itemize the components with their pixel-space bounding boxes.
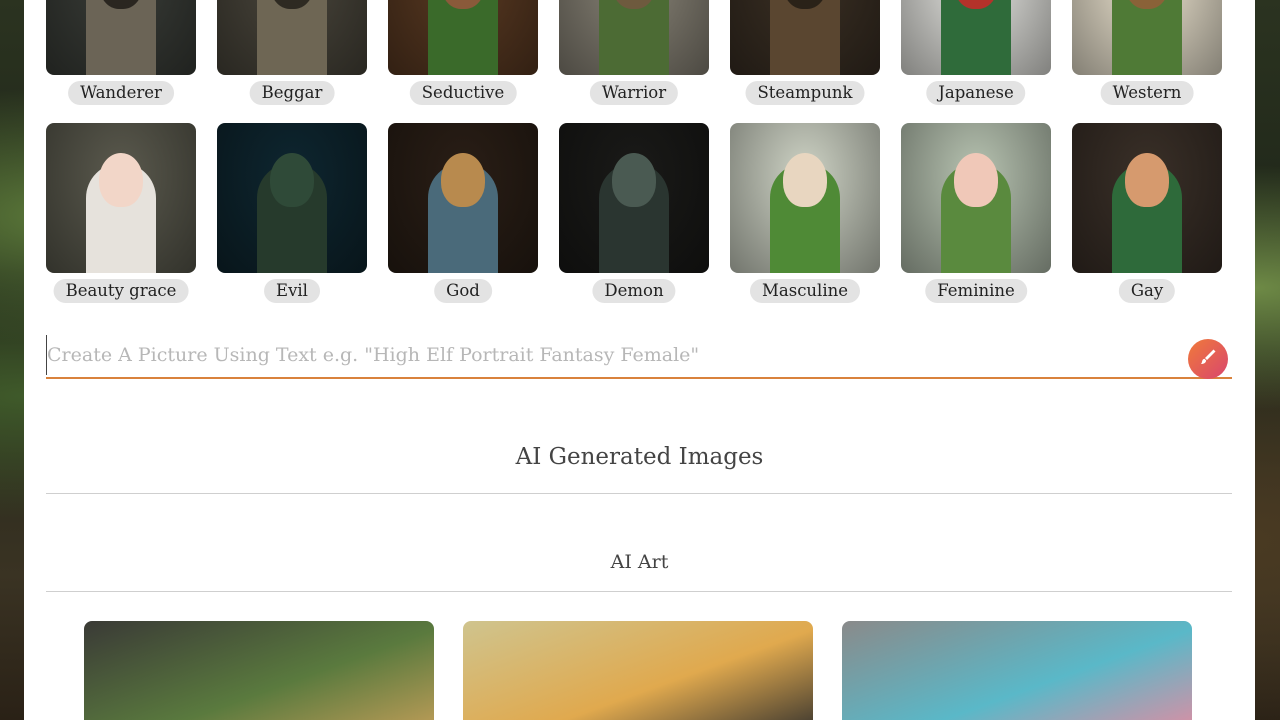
art-card-elf-hat[interactable] [84,621,434,720]
style-grid-row-1: Wanderer Beggar Seductive Warrior Steampunk J… [46,0,1224,107]
style-thumbnail[interactable] [730,123,880,273]
style-tile[interactable]: Demon [559,123,709,305]
style-label[interactable]: Japanese [926,81,1026,105]
style-label[interactable]: God [434,279,492,303]
style-thumbnail[interactable] [1072,0,1222,75]
figure-body [941,0,1011,75]
art-card-cowboy-hat[interactable] [463,621,813,720]
paintbrush-icon [1198,347,1218,371]
art-card-watercolor-sky[interactable] [842,621,1192,720]
divider [46,493,1232,494]
style-thumbnail[interactable] [901,0,1051,75]
figure-body [86,0,156,75]
style-label[interactable]: Beggar [249,81,335,105]
figure-body [428,0,498,75]
ai-art-heading: AI Art [610,551,669,573]
style-tile[interactable]: Seductive [388,0,538,107]
style-label[interactable]: Feminine [925,279,1027,303]
figure-body [599,0,669,75]
style-label[interactable]: Seductive [409,81,517,105]
style-thumbnail[interactable] [388,123,538,273]
style-thumbnail[interactable] [46,0,196,75]
figure-head [612,153,656,207]
figure-head [783,153,827,207]
style-thumbnail[interactable] [559,123,709,273]
main-panel: Wanderer Beggar Seductive Warrior Steampunk J… [24,0,1255,720]
figure-body [257,0,327,75]
style-label[interactable]: Gay [1118,279,1176,303]
style-tile[interactable]: Gay [1072,123,1222,305]
divider [46,591,1232,592]
style-label[interactable]: Western [1100,81,1194,105]
style-thumbnail[interactable] [388,0,538,75]
style-label[interactable]: Steampunk [745,81,865,105]
style-tile[interactable]: Beauty grace [46,123,196,305]
generate-button[interactable] [1188,339,1228,379]
figure-head [954,153,998,207]
figure-head [441,153,485,207]
style-label[interactable]: Warrior [589,81,679,105]
style-thumbnail[interactable] [217,0,367,75]
style-grid-row-2: Beauty grace Evil God Demon Masculine Feminin… [46,123,1224,305]
style-label[interactable]: Masculine [749,279,861,303]
style-tile[interactable]: Evil [217,123,367,305]
prompt-input[interactable] [46,335,1177,375]
style-tile[interactable]: Steampunk [730,0,880,107]
style-label[interactable]: Evil [264,279,320,303]
style-tile[interactable]: Masculine [730,123,880,305]
figure-head [99,153,143,207]
style-label[interactable]: Beauty grace [53,279,189,303]
style-tile[interactable]: Japanese [901,0,1051,107]
style-tile[interactable]: Feminine [901,123,1051,305]
style-thumbnail[interactable] [730,0,880,75]
style-thumbnail[interactable] [559,0,709,75]
style-thumbnail[interactable] [217,123,367,273]
ai-generated-images-heading: AI Generated Images [515,444,764,470]
style-thumbnail[interactable] [1072,123,1222,273]
style-thumbnail[interactable] [901,123,1051,273]
prompt-bar [46,335,1232,379]
style-label[interactable]: Wanderer [68,81,174,105]
figure-body [770,0,840,75]
style-tile[interactable]: Wanderer [46,0,196,107]
style-tile[interactable]: God [388,123,538,305]
figure-head [1125,153,1169,207]
style-label[interactable]: Demon [592,279,676,303]
figure-body [1112,0,1182,75]
style-tile[interactable]: Beggar [217,0,367,107]
style-tile[interactable]: Warrior [559,0,709,107]
figure-head [270,153,314,207]
style-thumbnail[interactable] [46,123,196,273]
style-tile[interactable]: Western [1072,0,1222,107]
